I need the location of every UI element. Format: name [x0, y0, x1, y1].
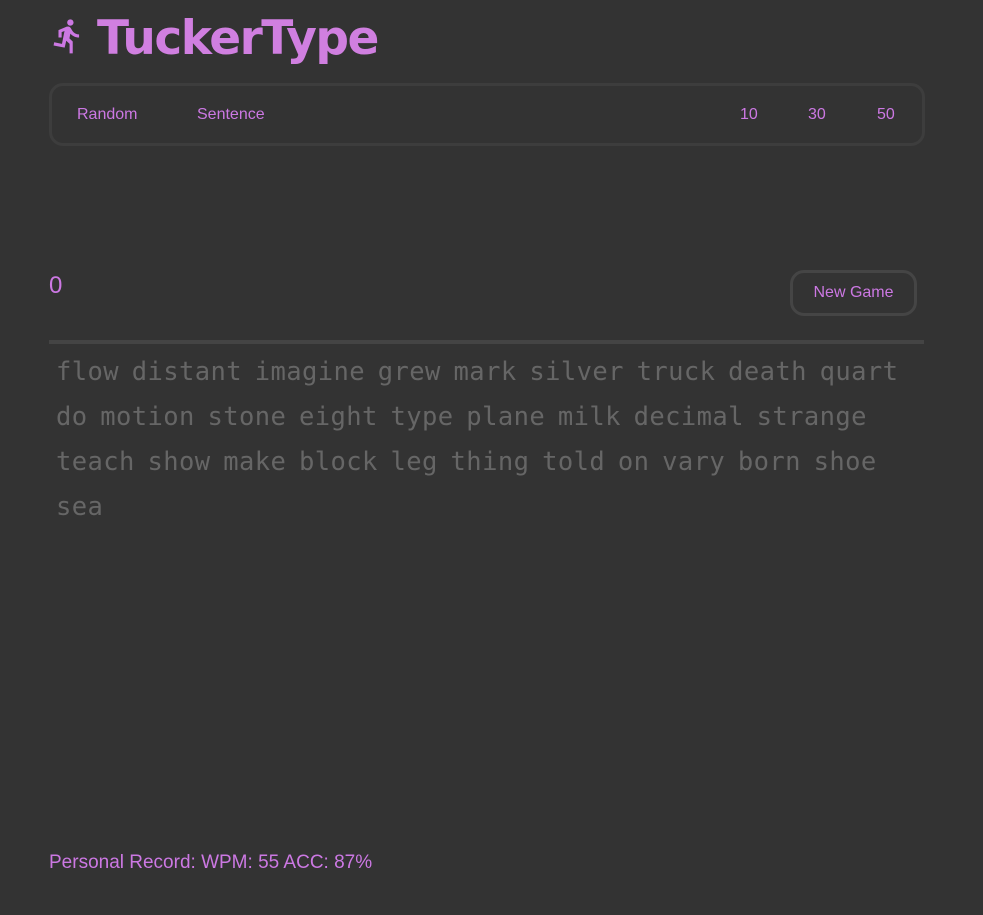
personal-record: Personal Record: WPM: 55 ACC: 87%: [49, 852, 373, 873]
header: TuckerType: [49, 8, 379, 70]
running-person-icon: [49, 14, 87, 58]
new-game-button[interactable]: New Game: [790, 270, 917, 316]
divider: [49, 340, 924, 344]
word-count-10-button[interactable]: 10: [740, 86, 758, 143]
typing-word-area[interactable]: flow distant imagine grew mark silver tr…: [56, 350, 916, 530]
random-mode-button[interactable]: Random: [77, 86, 137, 143]
app-title: TuckerType: [97, 11, 379, 66]
app-root: TuckerType Random Sentence 10 30 50 0 Ne…: [0, 0, 983, 915]
word-counter: 0: [49, 272, 63, 299]
word-count-30-button[interactable]: 30: [808, 86, 826, 143]
sentence-mode-button[interactable]: Sentence: [197, 86, 265, 143]
mode-bar: Random Sentence 10 30 50: [49, 83, 925, 146]
word-count-50-button[interactable]: 50: [877, 86, 895, 143]
